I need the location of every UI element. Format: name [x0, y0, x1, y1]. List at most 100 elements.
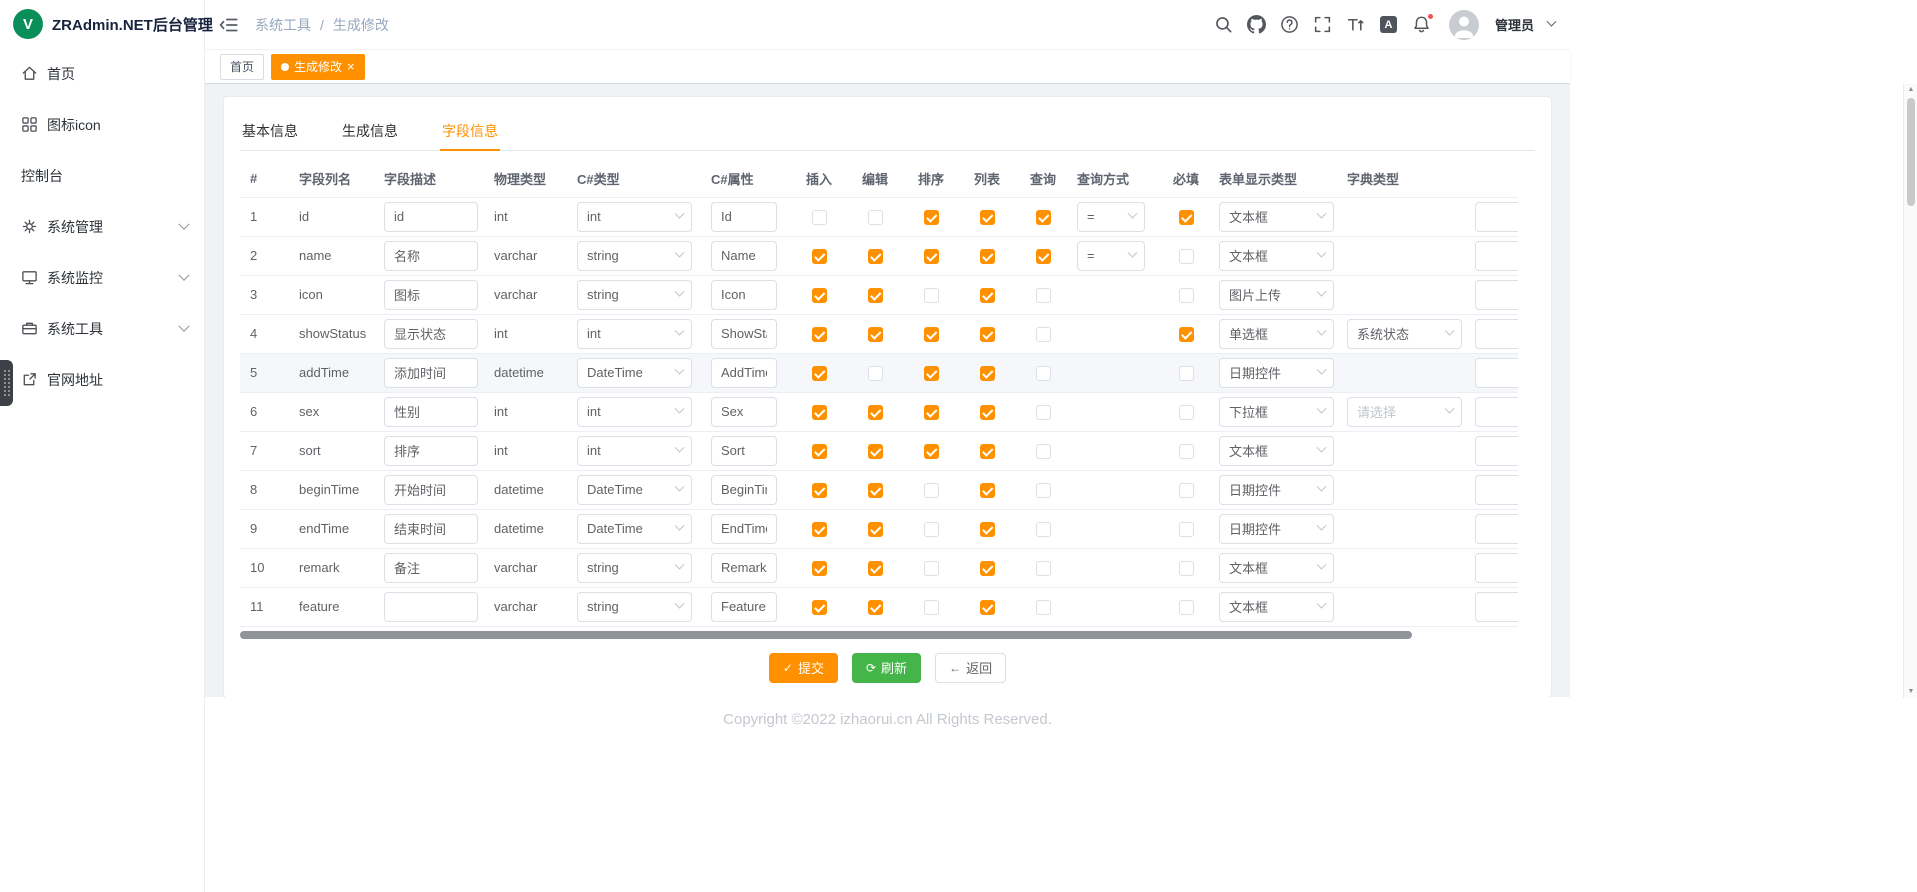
display-type-select[interactable]: 文本框	[1219, 202, 1334, 232]
csharp-property-input[interactable]	[711, 475, 777, 505]
sidebar-item-system-tools[interactable]: 系统工具	[0, 303, 204, 354]
display-type-select[interactable]: 日期控件	[1219, 358, 1334, 388]
chevron-down-icon[interactable]	[1547, 17, 1557, 27]
column-description-input[interactable]	[384, 436, 478, 466]
csharp-type-select[interactable]: int	[577, 319, 692, 349]
sort-checkbox[interactable]	[924, 366, 939, 381]
insert-checkbox[interactable]	[812, 561, 827, 576]
column-description-input[interactable]	[384, 280, 478, 310]
query-checkbox[interactable]	[1036, 444, 1051, 459]
display-type-select[interactable]: 下拉框	[1219, 397, 1334, 427]
display-type-select[interactable]: 文本框	[1219, 436, 1334, 466]
display-type-select[interactable]: 文本框	[1219, 553, 1334, 583]
sort-checkbox[interactable]	[924, 600, 939, 615]
required-checkbox[interactable]	[1179, 366, 1194, 381]
tag-home[interactable]: 首页	[220, 54, 264, 80]
csharp-type-select[interactable]: DateTime	[577, 475, 692, 505]
font-size-icon[interactable]	[1346, 15, 1365, 34]
query-checkbox[interactable]	[1036, 405, 1051, 420]
display-type-select[interactable]: 单选框	[1219, 319, 1334, 349]
insert-checkbox[interactable]	[812, 405, 827, 420]
github-icon[interactable]	[1247, 15, 1266, 34]
edit-checkbox[interactable]	[868, 561, 883, 576]
sort-checkbox[interactable]	[924, 288, 939, 303]
display-type-select[interactable]: 文本框	[1219, 241, 1334, 271]
app-logo[interactable]: V ZRAdmin.NET后台管理	[0, 0, 204, 48]
csharp-type-select[interactable]: int	[577, 397, 692, 427]
edit-checkbox[interactable]	[868, 366, 883, 381]
csharp-type-select[interactable]: string	[577, 241, 692, 271]
display-type-select[interactable]: 图片上传	[1219, 280, 1334, 310]
refresh-button[interactable]: ⟳ 刷新	[852, 653, 921, 683]
display-type-select[interactable]: 日期控件	[1219, 475, 1334, 505]
tab-field-info[interactable]: 字段信息	[440, 111, 500, 150]
sidebar-item-console[interactable]: 控制台	[0, 150, 204, 201]
extra-input[interactable]	[1475, 241, 1518, 271]
csharp-property-input[interactable]	[711, 319, 777, 349]
insert-checkbox[interactable]	[812, 483, 827, 498]
query-checkbox[interactable]	[1036, 288, 1051, 303]
edit-checkbox[interactable]	[868, 444, 883, 459]
csharp-property-input[interactable]	[711, 397, 777, 427]
insert-checkbox[interactable]	[812, 210, 827, 225]
sidebar-item-website[interactable]: 官网地址	[0, 354, 204, 405]
list-checkbox[interactable]	[980, 288, 995, 303]
edit-checkbox[interactable]	[868, 483, 883, 498]
tab-gen-info[interactable]: 生成信息	[340, 111, 400, 150]
column-description-input[interactable]	[384, 241, 478, 271]
scroll-up-arrow[interactable]: ▲	[1904, 84, 1917, 96]
edit-checkbox[interactable]	[868, 210, 883, 225]
required-checkbox[interactable]	[1179, 210, 1194, 225]
extra-input[interactable]	[1475, 202, 1518, 232]
query-checkbox[interactable]	[1036, 210, 1051, 225]
avatar[interactable]	[1449, 10, 1479, 40]
required-checkbox[interactable]	[1179, 600, 1194, 615]
sidebar-fold-icon[interactable]	[218, 14, 240, 36]
extra-input[interactable]	[1475, 280, 1518, 310]
vertical-scrollbar-thumb[interactable]	[1907, 98, 1915, 206]
insert-checkbox[interactable]	[812, 288, 827, 303]
edit-checkbox[interactable]	[868, 249, 883, 264]
insert-checkbox[interactable]	[812, 366, 827, 381]
edit-checkbox[interactable]	[868, 600, 883, 615]
csharp-type-select[interactable]: string	[577, 592, 692, 622]
close-icon[interactable]: ×	[347, 60, 355, 73]
csharp-property-input[interactable]	[711, 202, 777, 232]
settings-handle[interactable]	[0, 360, 13, 406]
breadcrumb-item[interactable]: 系统工具	[255, 15, 311, 35]
column-description-input[interactable]	[384, 319, 478, 349]
insert-checkbox[interactable]	[812, 600, 827, 615]
extra-input[interactable]	[1475, 553, 1518, 583]
sidebar-item-system-monitor[interactable]: 系统监控	[0, 252, 204, 303]
list-checkbox[interactable]	[980, 483, 995, 498]
sort-checkbox[interactable]	[924, 522, 939, 537]
sort-checkbox[interactable]	[924, 405, 939, 420]
required-checkbox[interactable]	[1179, 288, 1194, 303]
column-description-input[interactable]	[384, 514, 478, 544]
csharp-type-select[interactable]: int	[577, 202, 692, 232]
edit-checkbox[interactable]	[868, 327, 883, 342]
required-checkbox[interactable]	[1179, 483, 1194, 498]
csharp-type-select[interactable]: int	[577, 436, 692, 466]
query-checkbox[interactable]	[1036, 522, 1051, 537]
query-checkbox[interactable]	[1036, 249, 1051, 264]
sort-checkbox[interactable]	[924, 444, 939, 459]
back-button[interactable]: ← 返回	[935, 653, 1006, 683]
list-checkbox[interactable]	[980, 522, 995, 537]
insert-checkbox[interactable]	[812, 522, 827, 537]
extra-input[interactable]	[1475, 358, 1518, 388]
query-checkbox[interactable]	[1036, 600, 1051, 615]
sidebar-item-icons[interactable]: 图标icon	[0, 99, 204, 150]
list-checkbox[interactable]	[980, 444, 995, 459]
edit-checkbox[interactable]	[868, 405, 883, 420]
sort-checkbox[interactable]	[924, 561, 939, 576]
sidebar-item-system-manage[interactable]: 系统管理	[0, 201, 204, 252]
insert-checkbox[interactable]	[812, 444, 827, 459]
fullscreen-icon[interactable]	[1313, 15, 1332, 34]
scroll-down-arrow[interactable]: ▼	[1904, 686, 1917, 698]
sort-checkbox[interactable]	[924, 327, 939, 342]
required-checkbox[interactable]	[1179, 405, 1194, 420]
query-type-select[interactable]: =	[1077, 202, 1145, 232]
edit-checkbox[interactable]	[868, 288, 883, 303]
required-checkbox[interactable]	[1179, 249, 1194, 264]
